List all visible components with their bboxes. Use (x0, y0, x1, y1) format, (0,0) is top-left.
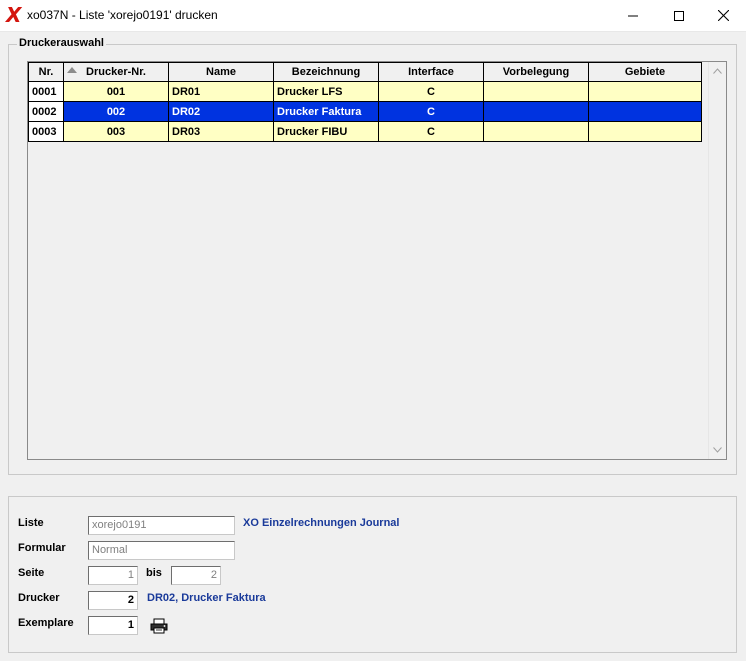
column-header-name[interactable]: Name (168, 62, 274, 82)
scroll-down-icon[interactable] (713, 447, 722, 453)
printer-icon[interactable] (150, 618, 168, 634)
scroll-up-icon[interactable] (713, 68, 722, 74)
drucker-label: Drucker (18, 592, 60, 604)
liste-field[interactable]: xorejo0191 (88, 516, 235, 535)
liste-info-text: XO Einzelrechnungen Journal (243, 517, 400, 529)
minimize-button[interactable] (610, 0, 656, 31)
column-header-interface[interactable]: Interface (378, 62, 484, 82)
grid-vertical-scrollbar[interactable] (708, 62, 726, 459)
column-header-vorbelegung[interactable]: Vorbelegung (483, 62, 589, 82)
table-header-row: Nr. Drucker-Nr. Name Bezeichnung Interfa… (28, 62, 702, 82)
table-row-selected[interactable]: 0002 002 DR02 Drucker Faktura C (28, 101, 702, 122)
cell-interface[interactable]: C (378, 81, 484, 102)
liste-label: Liste (18, 517, 44, 529)
cell-gebiete[interactable] (588, 101, 702, 122)
drucker-field[interactable]: 2 (88, 591, 138, 610)
app-logo-icon: X (6, 3, 22, 27)
seite-to-field[interactable]: 2 (171, 566, 221, 585)
cell-nr[interactable]: 0001 (28, 81, 64, 102)
column-header-drucker-nr[interactable]: Drucker-Nr. (63, 62, 169, 82)
seite-from-field[interactable]: 1 (88, 566, 138, 585)
maximize-button[interactable] (656, 0, 702, 31)
column-header-drucker-nr-label: Drucker-Nr. (86, 66, 146, 78)
cell-name[interactable]: DR02 (168, 101, 274, 122)
cell-bezeichnung[interactable]: Drucker FIBU (273, 121, 379, 142)
cell-drucker-nr[interactable]: 001 (63, 81, 169, 102)
cell-bezeichnung[interactable]: Drucker LFS (273, 81, 379, 102)
cell-nr[interactable]: 0003 (28, 121, 64, 142)
cell-gebiete[interactable] (588, 81, 702, 102)
cell-gebiete[interactable] (588, 121, 702, 142)
cell-vorbelegung[interactable] (483, 81, 589, 102)
formular-field[interactable]: Normal (88, 541, 235, 560)
cell-interface[interactable]: C (378, 121, 484, 142)
group-label-druckerauswahl: Druckerauswahl (17, 37, 106, 49)
cell-nr[interactable]: 0002 (28, 101, 64, 122)
close-button[interactable] (700, 0, 746, 31)
window-title: xo037N - Liste 'xorejo0191' drucken (27, 8, 218, 22)
cell-drucker-nr[interactable]: 002 (63, 101, 169, 122)
table-row[interactable]: 0003 003 DR03 Drucker FIBU C (28, 121, 702, 142)
table-row[interactable]: 0001 001 DR01 Drucker LFS C (28, 81, 702, 102)
cell-vorbelegung[interactable] (483, 121, 589, 142)
exemplare-label: Exemplare (18, 617, 74, 629)
drucker-info-text: DR02, Drucker Faktura (147, 592, 266, 604)
maximize-icon (674, 10, 684, 21)
seite-label: Seite (18, 567, 45, 579)
close-icon (717, 10, 729, 21)
column-header-gebiete[interactable]: Gebiete (588, 62, 702, 82)
exemplare-field[interactable]: 1 (88, 616, 138, 635)
column-header-nr[interactable]: Nr. (28, 62, 64, 82)
formular-label: Formular (18, 542, 66, 554)
column-header-bezeichnung[interactable]: Bezeichnung (273, 62, 379, 82)
cell-name[interactable]: DR03 (168, 121, 274, 142)
cell-bezeichnung[interactable]: Drucker Faktura (273, 101, 379, 122)
cell-name[interactable]: DR01 (168, 81, 274, 102)
bis-label: bis (146, 567, 162, 579)
minimize-icon (628, 15, 638, 16)
title-bar: X xo037N - Liste 'xorejo0191' drucken (0, 0, 746, 32)
printer-grid[interactable]: Nr. Drucker-Nr. Name Bezeichnung Interfa… (27, 61, 727, 460)
cell-vorbelegung[interactable] (483, 101, 589, 122)
sort-ascending-icon (67, 67, 77, 73)
printer-table: Nr. Drucker-Nr. Name Bezeichnung Interfa… (28, 62, 702, 142)
cell-drucker-nr[interactable]: 003 (63, 121, 169, 142)
cell-interface[interactable]: C (378, 101, 484, 122)
